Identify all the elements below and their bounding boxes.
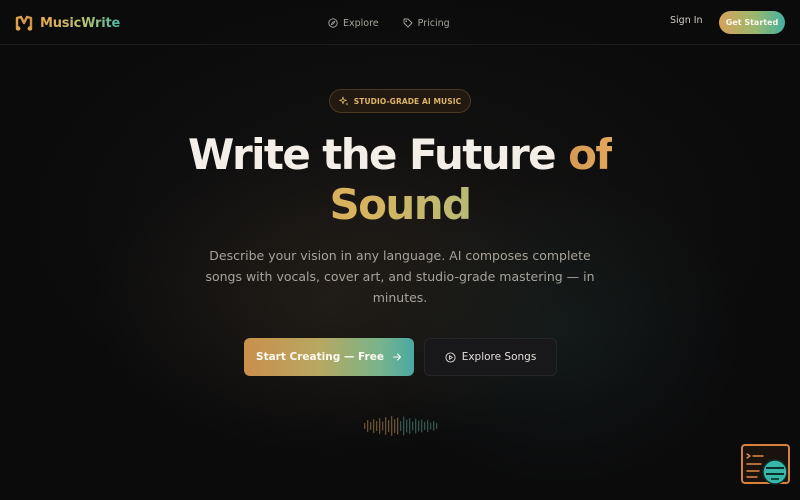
waveform-bar [418,420,420,432]
waveform-bar [376,421,378,431]
explore-songs-label: Explore Songs [461,351,537,363]
brand[interactable]: MusicWrite [15,12,120,34]
waveform-bar [394,419,396,433]
play-circle-icon [445,351,456,363]
waveform-bar [415,418,417,434]
waveform-bar [427,420,429,432]
waveform-bar [397,417,399,435]
waveform-bar [430,422,432,430]
compass-icon [328,18,338,28]
hero-subtext: Describe your vision in any language. AI… [205,248,595,305]
waveform-bar [391,416,393,436]
waveform-bar [385,417,387,435]
waveform-bar [382,421,384,431]
sign-in-link[interactable]: Sign In [670,15,703,26]
start-creating-button[interactable]: Start Creating — Free [244,338,414,376]
hero-badge: STUDIO-GRADE AI MUSIC [329,89,471,113]
headline-text-primary: Write the Future [187,130,569,179]
waveform-bar [379,418,381,434]
waveform-bar [433,421,435,431]
waveform-bar [406,419,408,433]
top-nav: MusicWrite Explore Pricing Sign In Get S… [0,0,800,45]
brand-name: MusicWrite [40,15,121,31]
waveform-bar [436,423,438,429]
badge-label: STUDIO-GRADE AI MUSIC [353,96,462,106]
nav-link-explore[interactable]: Explore [328,18,379,29]
nav-link-pricing[interactable]: Pricing [403,18,450,29]
waveform-bar [388,420,390,432]
nav-links: Explore Pricing [328,15,474,31]
start-creating-label: Start Creating — Free [256,351,384,363]
nav-link-pricing-label: Pricing [417,17,450,29]
waveform-bar [373,419,375,433]
audio-waveform [364,416,438,436]
hero-headline: Write the Future of Sound [0,130,800,230]
waveform-bar [412,421,414,431]
tag-icon [403,18,413,28]
get-started-button[interactable]: Get Started [719,11,785,34]
waveform-bar [409,418,411,434]
waveform-bar [424,422,426,430]
waveform-bar [421,419,423,433]
headline-text-of: of [568,130,614,179]
waveform-bar [364,423,366,429]
explore-songs-button[interactable]: Explore Songs [424,338,557,376]
nav-link-explore-label: Explore [343,17,379,29]
waveform-bar [403,416,405,436]
headline-text-gradient: Sound [0,180,800,230]
music-logo-icon [15,15,33,31]
sparkles-icon [338,96,349,106]
arrow-right-icon [392,353,402,361]
waveform-bar [400,421,402,431]
waveform-bar [367,420,369,432]
waveform-bar [370,422,372,430]
chat-support-icon[interactable] [741,444,791,488]
